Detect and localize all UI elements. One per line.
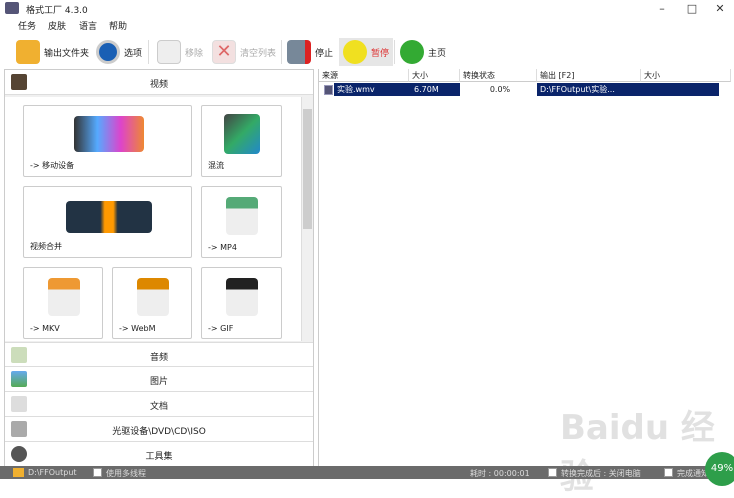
tile-gif[interactable]: -> GIF bbox=[201, 267, 282, 339]
window-title: 格式工厂 4.3.0 bbox=[26, 6, 88, 16]
tile-mp4[interactable]: -> MP4 bbox=[201, 186, 282, 258]
webm-file-icon bbox=[137, 278, 169, 316]
title-bar: 格式工厂 4.3.0 – □ ✕ bbox=[0, 0, 734, 17]
output-folder-path[interactable]: D:\FFOutput bbox=[28, 468, 77, 477]
mobile-device-icon bbox=[74, 116, 144, 152]
menu-language[interactable]: 语言 bbox=[79, 19, 97, 32]
column-size[interactable]: 大小 bbox=[409, 69, 460, 82]
folder-icon bbox=[16, 40, 40, 64]
menu-bar: 任务 皮肤 语言 帮助 bbox=[0, 17, 734, 34]
menu-task[interactable]: 任务 bbox=[18, 19, 36, 32]
mp4-file-icon bbox=[226, 197, 258, 235]
stop-icon bbox=[287, 40, 311, 64]
separator bbox=[394, 40, 395, 64]
clear-icon: ✕ bbox=[212, 40, 236, 64]
tile-video-join[interactable]: 视频合并 bbox=[23, 186, 192, 258]
pause-button[interactable]: 暂停 bbox=[339, 38, 394, 66]
clear-list-button[interactable]: ✕ 清空列表 bbox=[212, 38, 276, 66]
watermark: Baidu 经验 bbox=[560, 408, 715, 497]
separator bbox=[148, 40, 149, 64]
status-bar: D:\FFOutput 使用多线程 耗时 : 00:00:01 转换完成后 : … bbox=[0, 466, 734, 479]
cell-output: D:\FFOutput\实验... bbox=[537, 83, 719, 96]
output-folder-button[interactable]: 输出文件夹 bbox=[16, 38, 89, 66]
home-button[interactable]: 主页 bbox=[400, 38, 446, 66]
category-tools[interactable]: 工具集 bbox=[5, 442, 313, 467]
separator bbox=[281, 40, 282, 64]
after-convert-checkbox[interactable] bbox=[548, 468, 557, 477]
toolbar: 输出文件夹 选项 移除 ✕ 清空列表 停止 暂停 主页 bbox=[0, 34, 734, 68]
close-button[interactable]: ✕ bbox=[710, 2, 730, 15]
globe-search-icon bbox=[400, 40, 424, 64]
gif-file-icon bbox=[226, 278, 258, 316]
grid-scrollbar[interactable] bbox=[301, 97, 313, 341]
column-source[interactable]: 来源 bbox=[319, 69, 409, 82]
stop-button[interactable]: 停止 bbox=[287, 38, 333, 66]
tile-mkv[interactable]: -> MKV bbox=[23, 267, 103, 339]
video-join-icon bbox=[66, 201, 152, 233]
mkv-file-icon bbox=[48, 278, 80, 316]
menu-help[interactable]: 帮助 bbox=[109, 19, 127, 32]
remove-button[interactable]: 移除 bbox=[157, 38, 203, 66]
options-button[interactable]: 选项 bbox=[96, 38, 142, 66]
mux-icon bbox=[224, 114, 260, 154]
folder-icon bbox=[13, 468, 24, 477]
cell-size: 6.70M bbox=[411, 83, 460, 96]
category-audio[interactable]: 音频 bbox=[5, 342, 313, 367]
cell-status: 0.0% bbox=[489, 85, 511, 94]
category-picture[interactable]: 图片 bbox=[5, 367, 313, 392]
table-row[interactable]: 实验.wmv 6.70M 0.0% D:\FFOutput\实验... bbox=[319, 83, 719, 96]
menu-skin[interactable]: 皮肤 bbox=[48, 19, 66, 32]
category-panel: 视频 -> 移动设备 混流 视频合并 -> MP4 -> MKV -> WebM… bbox=[4, 69, 314, 467]
elapsed-time: 耗时 : 00:00:01 bbox=[470, 469, 530, 478]
document-remove-icon bbox=[157, 40, 181, 64]
file-icon bbox=[324, 85, 333, 95]
gear-icon bbox=[96, 40, 120, 64]
scrollbar-thumb[interactable] bbox=[303, 109, 312, 229]
video-format-grid: -> 移动设备 混流 视频合并 -> MP4 -> MKV -> WebM ->… bbox=[5, 97, 301, 341]
column-status[interactable]: 转换状态 bbox=[460, 69, 537, 82]
tile-mux[interactable]: 混流 bbox=[201, 105, 282, 177]
category-video[interactable]: 视频 bbox=[5, 70, 313, 95]
notify-checkbox[interactable] bbox=[664, 468, 673, 477]
column-output[interactable]: 输出 [F2] bbox=[537, 69, 641, 82]
pause-icon bbox=[343, 40, 367, 64]
column-output-size[interactable]: 大小 bbox=[641, 69, 731, 82]
multithread-label: 使用多线程 bbox=[106, 469, 146, 478]
progress-badge: 49% bbox=[705, 452, 734, 486]
category-optical-disc[interactable]: 光驱设备\DVD\CD\ISO bbox=[5, 417, 313, 442]
after-convert-label: 转换完成后 : 关闭电脑 bbox=[561, 469, 641, 478]
category-document[interactable]: 文档 bbox=[5, 392, 313, 417]
multithread-checkbox[interactable] bbox=[93, 468, 102, 477]
tile-webm[interactable]: -> WebM bbox=[112, 267, 192, 339]
app-icon bbox=[5, 2, 19, 14]
minimize-button[interactable]: – bbox=[652, 2, 672, 15]
maximize-button[interactable]: □ bbox=[682, 2, 702, 15]
tile-mobile-device[interactable]: -> 移动设备 bbox=[23, 105, 192, 177]
